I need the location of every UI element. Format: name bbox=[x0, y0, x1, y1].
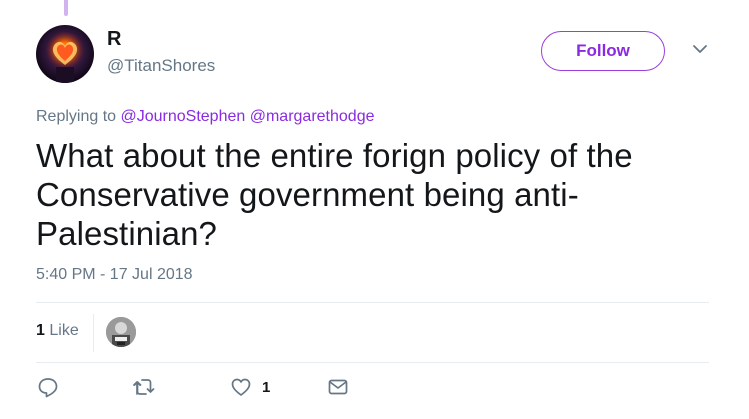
like-button[interactable]: 1 bbox=[230, 375, 270, 399]
user-handle[interactable]: @TitanShores bbox=[107, 56, 215, 76]
message-icon bbox=[327, 376, 349, 398]
retweet-button[interactable] bbox=[131, 375, 157, 399]
retweet-icon bbox=[131, 376, 157, 398]
reply-icon bbox=[37, 376, 59, 398]
replying-to: Replying to @JournoStephen @margarethodg… bbox=[36, 108, 375, 126]
divider bbox=[36, 302, 709, 303]
heart-icon bbox=[230, 376, 252, 398]
divider bbox=[93, 314, 94, 352]
user-name[interactable]: R bbox=[107, 28, 121, 51]
likes-count[interactable]: 1 Like bbox=[36, 322, 79, 340]
replying-prefix: Replying to bbox=[36, 108, 117, 125]
likes-label: Like bbox=[49, 322, 79, 339]
like-count: 1 bbox=[262, 378, 271, 396]
chevron-down-icon[interactable] bbox=[691, 42, 709, 56]
mention-link[interactable]: @margarethodge bbox=[250, 108, 375, 125]
tweet-text: What about the entire forign policy of t… bbox=[36, 137, 633, 252]
avatar[interactable] bbox=[36, 25, 94, 83]
likes-number: 1 bbox=[36, 322, 45, 339]
timestamp[interactable]: 5:40 PM - 17 Jul 2018 bbox=[36, 266, 193, 284]
divider bbox=[36, 362, 709, 363]
tweet-card: R @TitanShores Follow Replying to @Journ… bbox=[0, 0, 749, 419]
mention-link[interactable]: @JournoStephen bbox=[121, 108, 246, 125]
liker-avatar[interactable] bbox=[106, 317, 136, 347]
follow-button[interactable]: Follow bbox=[541, 31, 665, 71]
thread-line bbox=[64, 0, 68, 16]
direct-message-button[interactable] bbox=[327, 375, 349, 399]
reply-button[interactable] bbox=[37, 375, 59, 399]
